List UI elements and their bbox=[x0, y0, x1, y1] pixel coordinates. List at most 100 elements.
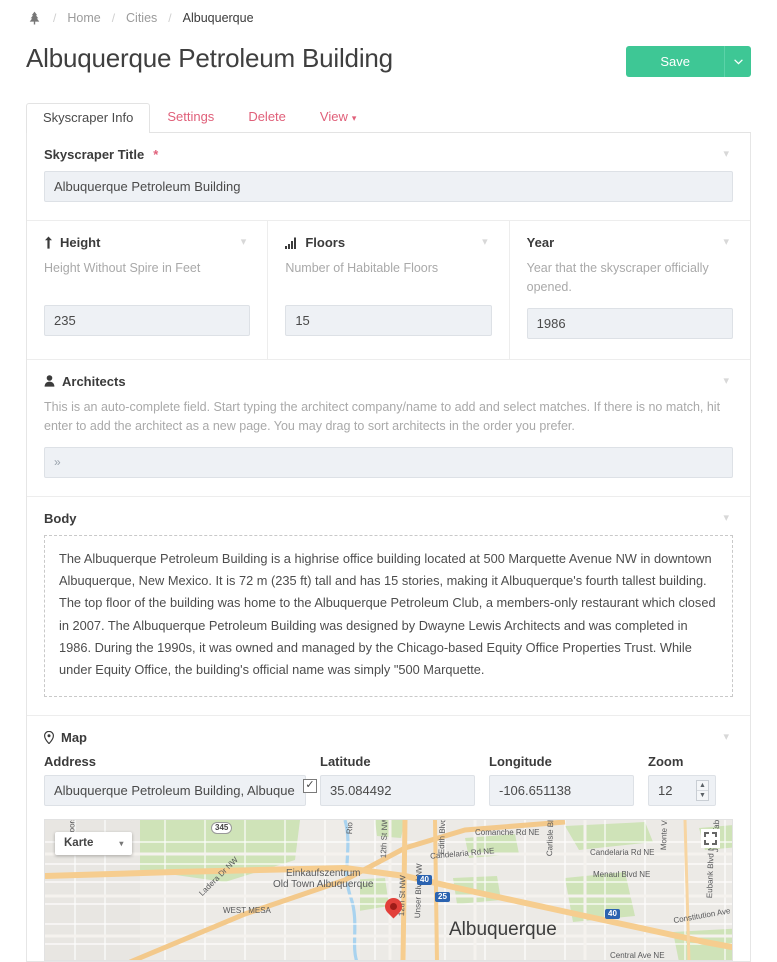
height-input[interactable] bbox=[44, 305, 251, 336]
map-pin-icon bbox=[44, 730, 54, 744]
map-type-selector[interactable]: Karte ▾ bbox=[55, 831, 133, 855]
tab-skyscraper-info[interactable]: Skyscraper Info bbox=[26, 102, 151, 133]
route-shield-interstate: 40 bbox=[417, 874, 432, 885]
skyscraper-title-label: Skyscraper Title bbox=[44, 147, 145, 162]
year-input[interactable] bbox=[526, 307, 733, 339]
architects-autocomplete-input[interactable]: » bbox=[44, 446, 733, 478]
panel-title: Architects bbox=[44, 374, 126, 389]
tree-icon[interactable] bbox=[26, 10, 42, 26]
page-title: Albuquerque Petroleum Building bbox=[26, 43, 393, 73]
panel-skyscraper-title: Skyscraper Title * ▾ bbox=[27, 133, 750, 221]
save-button[interactable]: Save bbox=[626, 46, 724, 77]
route-shield: 345 bbox=[211, 821, 233, 834]
zoom-label: Zoom bbox=[648, 753, 684, 769]
required-marker: * bbox=[153, 147, 159, 162]
tab-settings[interactable]: Settings bbox=[150, 102, 231, 132]
panel-header: Skyscraper Title * ▾ bbox=[44, 147, 733, 162]
chevron-down-icon: ▾ bbox=[119, 838, 124, 848]
breadcrumb: / Home / Cities / Albuquerque bbox=[0, 0, 777, 36]
zoom-increment-icon[interactable]: ▲ bbox=[697, 781, 708, 791]
map-canvas[interactable]: Karte ▾ Einkaufszentrum Old Town Albuque… bbox=[44, 818, 733, 961]
save-button-group: Save bbox=[626, 46, 751, 77]
panel-header: Year ▾ bbox=[527, 235, 733, 250]
collapse-toggle-architects[interactable]: ▾ bbox=[719, 374, 733, 389]
floors-label: Floors bbox=[305, 235, 346, 250]
panel-floors: Floors ▾ Number of Habitable Floors bbox=[268, 221, 510, 359]
tab-view-label: View bbox=[319, 108, 348, 124]
fullscreen-icon[interactable] bbox=[701, 828, 720, 848]
panel-header: Map ▾ bbox=[44, 730, 733, 745]
zoom-stepper[interactable]: ▲ ▼ bbox=[696, 779, 709, 801]
breadcrumb-item-cities[interactable]: Cities bbox=[126, 11, 157, 25]
latitude-label: Latitude bbox=[320, 753, 371, 769]
panel-title: Year bbox=[527, 235, 554, 250]
floors-input[interactable] bbox=[285, 305, 492, 336]
geocode-checkbox[interactable]: ✓ bbox=[303, 778, 317, 793]
route-shield-interstate: 25 bbox=[435, 891, 450, 902]
tab-view[interactable]: View ▾ bbox=[303, 102, 373, 132]
latitude-input[interactable] bbox=[320, 774, 475, 806]
breadcrumb-separator: / bbox=[53, 11, 57, 25]
collapse-toggle-height[interactable]: ▾ bbox=[237, 235, 251, 250]
panel-architects: Architects ▾ This is an auto-complete fi… bbox=[27, 360, 750, 497]
save-dropdown-toggle[interactable] bbox=[724, 46, 751, 77]
collapse-toggle-title[interactable]: ▾ bbox=[719, 147, 733, 162]
bar-chart-icon bbox=[285, 237, 297, 249]
body-richtext-editor[interactable]: The Albuquerque Petroleum Building is a … bbox=[44, 534, 733, 697]
route-shield-interstate: 40 bbox=[605, 908, 620, 919]
architects-label: Architects bbox=[62, 373, 126, 389]
address-label: Address bbox=[44, 753, 97, 769]
zoom-stepper-wrap: ▲ ▼ bbox=[648, 774, 716, 806]
panel-body: Body ▾ The Albuquerque Petroleum Buildin… bbox=[27, 497, 750, 716]
longitude-label: Longitude bbox=[489, 753, 552, 769]
collapse-toggle-floors[interactable]: ▾ bbox=[478, 235, 492, 250]
page-header: Albuquerque Petroleum Building Save bbox=[0, 36, 777, 88]
tab-bar: Skyscraper Info Settings Delete View ▾ bbox=[0, 102, 777, 133]
panel-title: Height bbox=[44, 235, 100, 250]
address-input[interactable] bbox=[44, 774, 306, 806]
floors-help-text: Number of Habitable Floors bbox=[285, 261, 439, 275]
breadcrumb-separator: / bbox=[168, 11, 172, 25]
breadcrumb-item-current: Albuquerque bbox=[182, 11, 254, 25]
zoom-decrement-icon[interactable]: ▼ bbox=[697, 791, 708, 800]
year-help-text: Year that the skyscraper officially open… bbox=[526, 261, 709, 295]
panel-header: Body ▾ bbox=[44, 511, 733, 526]
height-label: Height bbox=[60, 235, 101, 250]
skyscraper-form: Skyscraper Title * ▾ Height ▾ Height With… bbox=[26, 132, 751, 962]
panel-year: Year ▾ Year that the skyscraper official… bbox=[510, 221, 750, 359]
height-help-text: Height Without Spire in Feet bbox=[44, 261, 201, 275]
panel-metrics: Height ▾ Height Without Spire in Feet Fl… bbox=[27, 221, 750, 360]
collapse-toggle-map[interactable]: ▾ bbox=[719, 730, 733, 745]
panel-header: Architects ▾ bbox=[44, 374, 733, 389]
panel-header: Height ▾ bbox=[44, 235, 250, 250]
map-coordinate-fields: Address ✓ Latitude Longitude Zoom ▲ ▼ bbox=[44, 754, 733, 806]
map-type-label: Karte bbox=[64, 837, 94, 850]
panel-title: Skyscraper Title * bbox=[44, 147, 158, 162]
user-icon bbox=[44, 375, 55, 387]
panel-title: Floors bbox=[285, 235, 345, 250]
panel-title: Map bbox=[44, 730, 87, 745]
panel-height: Height ▾ Height Without Spire in Feet bbox=[27, 221, 269, 359]
longitude-input[interactable] bbox=[489, 774, 634, 806]
breadcrumb-separator: / bbox=[111, 11, 116, 25]
panel-header: Floors ▾ bbox=[285, 235, 491, 250]
skyscraper-title-input[interactable] bbox=[44, 171, 733, 202]
body-label: Body bbox=[44, 510, 77, 526]
year-label: Year bbox=[526, 235, 555, 250]
map-label: Map bbox=[61, 729, 87, 745]
arrow-up-icon bbox=[45, 236, 52, 249]
architects-placeholder: » bbox=[54, 455, 61, 469]
tab-delete[interactable]: Delete bbox=[231, 102, 303, 132]
panel-map: Map ▾ Address ✓ Latitude Longitude Zoom bbox=[27, 716, 750, 961]
chevron-down-icon: ▾ bbox=[351, 112, 357, 123]
collapse-toggle-year[interactable]: ▾ bbox=[719, 235, 733, 250]
collapse-toggle-body[interactable]: ▾ bbox=[719, 511, 733, 526]
field-zoom: Zoom ▲ ▼ bbox=[648, 754, 716, 806]
breadcrumb-item-home[interactable]: Home bbox=[67, 11, 100, 25]
panel-title: Body bbox=[44, 511, 77, 526]
chevron-down-icon bbox=[733, 58, 743, 64]
field-address: Address bbox=[44, 754, 306, 806]
field-latitude: ✓ Latitude bbox=[303, 753, 475, 806]
field-longitude: Longitude bbox=[489, 754, 634, 806]
architects-help-text: This is an auto-complete field. Start ty… bbox=[44, 399, 721, 434]
